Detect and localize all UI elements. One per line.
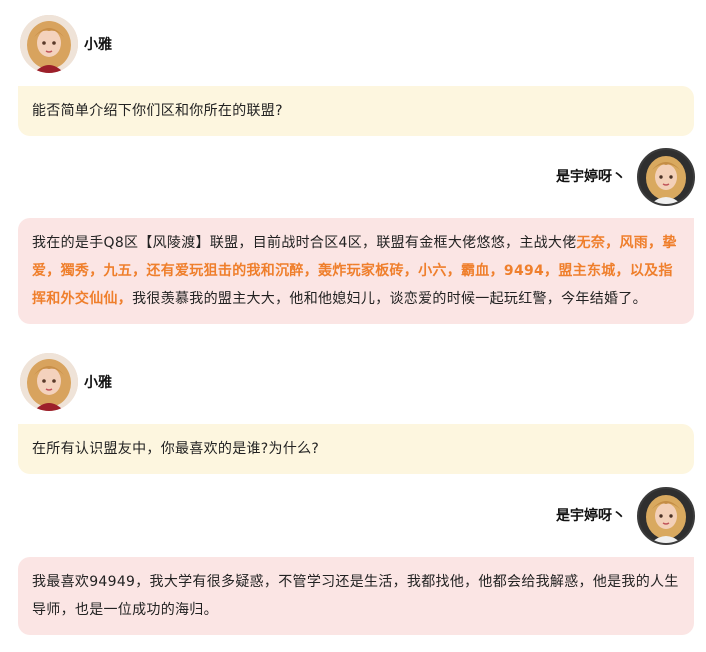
answer-bubble: 我最喜欢94949，我大学有很多疑惑，不管学习还是生活，我都找他，他都会给我解惑… [18,557,694,635]
guest-avatar-icon [637,487,695,545]
answer-text: 我最喜欢94949，我大学有很多疑惑，不管学习还是生活，我都找他，他都会给我解惑… [32,574,679,618]
host-avatar-icon [20,15,78,73]
guest-name: 是宇婷呀丶 [556,169,626,185]
guest-name: 是宇婷呀丶 [556,508,626,524]
question-bubble: 能否简单介绍下你们区和你所在的联盟? [18,86,694,136]
answer-text: 我在的是手Q8区【风陵渡】联盟，目前战时合区4区，联盟有金框大佬悠悠，主战大佬 [32,235,577,251]
question-text: 能否简单介绍下你们区和你所在的联盟? [32,103,283,119]
question-text: 在所有认识盟友中，你最喜欢的是谁?为什么? [32,441,320,457]
answer-text-continued: 我很羡慕我的盟主大大，他和他媳妇儿，谈恋爱的时候一起玩红警，今年结婚了。 [132,291,647,307]
guest-avatar-icon [637,148,695,206]
host-name: 小雅 [84,375,112,391]
host-name: 小雅 [84,37,112,53]
host-avatar-icon [20,353,78,411]
answer-bubble: 我在的是手Q8区【风陵渡】联盟，目前战时合区4区，联盟有金框大佬悠悠，主战大佬无… [18,218,694,324]
question-bubble: 在所有认识盟友中，你最喜欢的是谁?为什么? [18,424,694,474]
